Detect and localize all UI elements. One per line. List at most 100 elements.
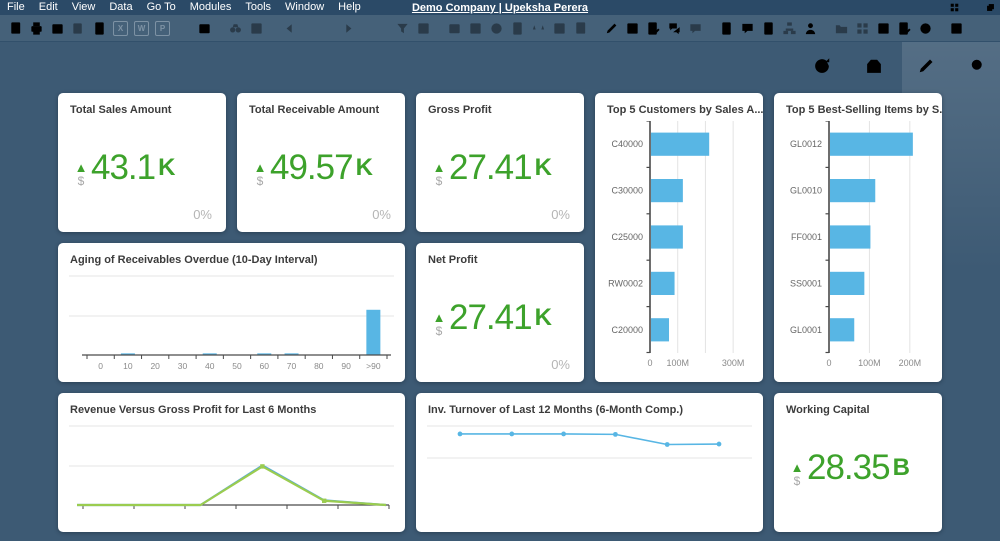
card-title: Total Sales Amount [58, 93, 226, 116]
svg-text:30: 30 [178, 361, 188, 371]
menu-file[interactable]: File [0, 0, 32, 15]
help-icon[interactable] [948, 20, 965, 37]
minimize-icon[interactable] [967, 2, 978, 13]
svg-text:>90: >90 [366, 361, 381, 371]
svg-text:70: 70 [287, 361, 297, 371]
svg-text:0: 0 [98, 361, 103, 371]
chart-title: Top 5 Customers by Sales A... [595, 93, 763, 116]
chart-card-inventory-turnover[interactable]: Inv. Turnover of Last 12 Months (6-Month… [416, 393, 763, 532]
menu-window[interactable]: Window [278, 0, 331, 15]
chart-card-revenue-vs-gross-profit[interactable]: Revenue Versus Gross Profit for Last 6 M… [58, 393, 405, 532]
chart-card-top-items[interactable]: Top 5 Best-Selling Items by S... GL0012G… [774, 93, 942, 382]
messages-icon[interactable] [666, 20, 683, 37]
payment-means-icon [488, 20, 505, 37]
card-title: Working Capital [774, 393, 942, 416]
menu-view[interactable]: View [65, 0, 103, 15]
kpi-unit: B [893, 453, 910, 489]
refresh-icon[interactable] [812, 56, 832, 76]
svg-text:SS0001: SS0001 [790, 278, 822, 288]
kpi-number: 27.41 [449, 299, 532, 339]
menu-tools[interactable]: Tools [238, 0, 278, 15]
toolbar: XWP [0, 15, 1000, 42]
find-icon[interactable] [7, 20, 24, 37]
menu-items: FileEditViewDataGo ToModulesToolsWindowH… [0, 0, 368, 15]
gross-profit-icon [509, 20, 526, 37]
kpi-card-working-capital[interactable]: Working Capital ▲ $ 28.35 B [774, 393, 942, 532]
refresh-record-icon [373, 20, 390, 37]
chart-card-top-customers[interactable]: Top 5 Customers by Sales A... C40000C300… [595, 93, 763, 382]
restore-icon[interactable] [985, 2, 996, 13]
pervasive-analytics-icon[interactable] [875, 20, 892, 37]
export-pdf-icon: P [154, 20, 171, 37]
kpi-number: 49.57 [270, 149, 353, 189]
document-journal-icon[interactable] [718, 20, 735, 37]
calculator-icon[interactable] [760, 20, 777, 37]
first-record-icon [279, 20, 296, 37]
trend-up-icon: ▲ [791, 461, 804, 474]
kpi-card-net-profit[interactable]: Net Profit ▲ $ 27.41 K 0% [416, 243, 584, 382]
currency-label: $ [257, 174, 264, 189]
volume-weight-icon [530, 20, 547, 37]
svg-text:10: 10 [123, 361, 133, 371]
currency-label: $ [78, 174, 85, 189]
send-icon [70, 20, 87, 37]
kpi-value: ▲ $ 28.35 B [789, 449, 910, 489]
kpi-unit: K [158, 153, 175, 189]
trend-up-icon: ▲ [433, 161, 446, 174]
svg-text:80: 80 [314, 361, 324, 371]
svg-text:100M: 100M [858, 358, 881, 368]
currency-label: $ [794, 474, 801, 489]
target-document-icon [467, 20, 484, 37]
menu-modules[interactable]: Modules [183, 0, 239, 15]
menu-go-to[interactable]: Go To [140, 0, 183, 15]
widget-gallery-icon[interactable] [864, 56, 884, 76]
card-title: Net Profit [416, 243, 584, 266]
cascade-windows-icon[interactable] [949, 2, 960, 13]
menu-data[interactable]: Data [102, 0, 139, 15]
kpi-card-total-sales[interactable]: Total Sales Amount ▲ $ 43.1 K 0% [58, 93, 226, 232]
svg-text:200M: 200M [899, 358, 922, 368]
organization-chart-icon [781, 20, 798, 37]
form-settings-icon[interactable] [196, 20, 213, 37]
menu-icon[interactable] [12, 55, 33, 76]
search-icon[interactable] [968, 56, 988, 76]
edit-icon[interactable] [603, 20, 620, 37]
menu-help[interactable]: Help [331, 0, 368, 15]
menu-edit[interactable]: Edit [32, 0, 65, 15]
currency-label: $ [436, 324, 443, 339]
alerts-icon[interactable] [739, 20, 756, 37]
base-document-icon [446, 20, 463, 37]
kpi-card-gross-profit[interactable]: Gross Profit ▲ $ 27.41 K 0% [416, 93, 584, 232]
document-editing-icon[interactable] [645, 20, 662, 37]
serial-batch-icon [551, 20, 568, 37]
user-icon[interactable] [802, 20, 819, 37]
table-format-icon[interactable] [624, 20, 641, 37]
trend-up-icon: ▲ [433, 311, 446, 324]
svg-text:C25000: C25000 [611, 232, 643, 242]
chat-icon [687, 20, 704, 37]
multi-branch-icon[interactable] [917, 20, 934, 37]
menu-bar: FileEditViewDataGo ToModulesToolsWindowH… [0, 0, 1000, 15]
kpi-number: 43.1 [91, 149, 155, 189]
kpi-number: 28.35 [807, 449, 890, 489]
query-icon [572, 20, 589, 37]
widget-gallery-icon [854, 20, 871, 37]
currency-label: $ [436, 174, 443, 189]
change-percent: 0% [551, 357, 570, 372]
export-document-icon[interactable] [91, 20, 108, 37]
top-customers-bar-chart: C40000C30000C25000RW0002C200000100M300M [606, 121, 752, 378]
print-preview-icon[interactable] [49, 20, 66, 37]
change-percent: 0% [372, 207, 391, 222]
launch-application-icon[interactable] [175, 20, 192, 37]
kpi-card-total-receivable[interactable]: Total Receivable Amount ▲ $ 49.57 K 0% [237, 93, 405, 232]
trend-up-icon: ▲ [75, 161, 88, 174]
journal-voucher-icon[interactable] [896, 20, 913, 37]
svg-text:90: 90 [341, 361, 351, 371]
previous-record-icon [300, 20, 317, 37]
card-title: Gross Profit [416, 93, 584, 116]
edit-dashboard-icon[interactable] [916, 56, 936, 76]
find-record-icon [227, 20, 244, 37]
chart-card-aging-receivables[interactable]: Aging of Receivables Overdue (10-Day Int… [58, 243, 405, 382]
print-icon[interactable] [28, 20, 45, 37]
kpi-value: ▲ $ 43.1 K [73, 149, 175, 189]
